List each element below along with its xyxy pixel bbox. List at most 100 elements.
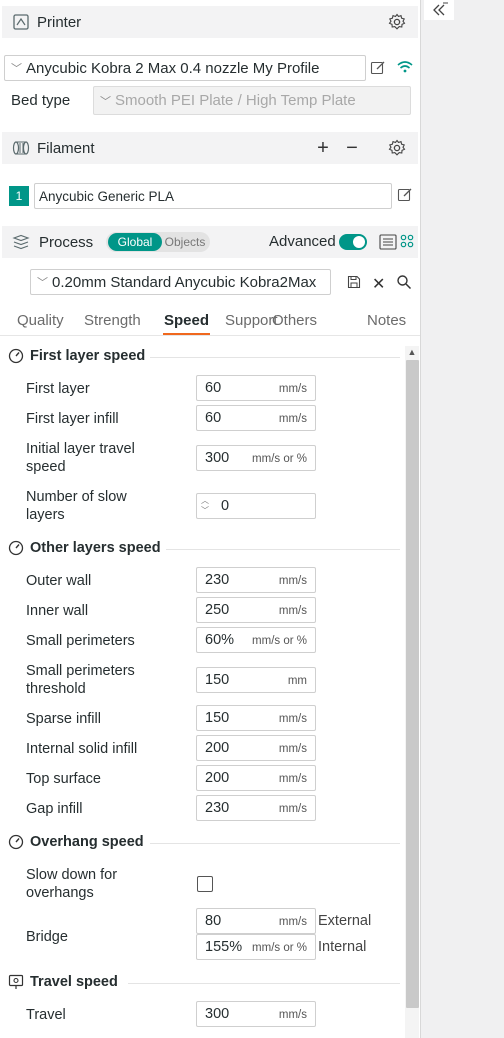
tab-speed[interactable]: Speed [164,312,209,329]
global-objects-toggle[interactable]: Global Objects [106,232,210,252]
bridge-external-input[interactable]: 80 mm/s [196,908,316,934]
process-preset-select[interactable]: ﹀ 0.20mm Standard Anycubic Kobra2Max [30,269,331,295]
minus-icon[interactable]: − [343,137,361,159]
wifi-icon[interactable] [396,60,414,79]
tab-strength[interactable]: Strength [84,312,141,329]
field-unit: mm/s or % [252,453,307,465]
field-value: 150 [205,710,230,726]
divider [166,549,400,550]
travel-icon [8,974,24,990]
field-unit: mm/s [278,743,307,755]
group-travel-speed: Travel speed [8,974,118,990]
first-layer-infill-input[interactable]: 60 mm/s [196,405,316,431]
inner-wall-input[interactable]: 250 mm/s [196,597,316,623]
first-layer-infill-label: First layer infill [26,411,119,427]
field-value: 0 [221,498,230,514]
advanced-switch[interactable] [339,234,367,250]
tab-quality[interactable]: Quality [17,312,64,329]
field-value: 60% [205,632,235,648]
bridge-internal-input[interactable]: 155% mm/s or % [196,934,316,960]
small-perimeters-label: Small perimeters [26,633,135,649]
filament-select[interactable]: Anycubic Generic PLA [34,183,392,209]
top-surface-input[interactable]: 200 mm/s [196,765,316,791]
first-layer-label: First layer [26,381,90,397]
field-unit: mm/s or % [252,635,307,647]
travel-input[interactable]: 300 mm/s [196,1001,316,1027]
filament-slot-badge[interactable]: 1 [9,186,29,206]
scrollbar-thumb[interactable] [406,360,419,1008]
small-perimeters-input[interactable]: 60% mm/s or % [196,627,316,653]
gap-infill-input[interactable]: 230 mm/s [196,795,316,821]
initial-layer-travel-label: Initial layer travel speed [26,441,135,475]
field-unit: mm/s [278,575,307,587]
grid-icon[interactable] [400,234,414,248]
chevron-down-icon: ﹀ [37,277,48,289]
outer-wall-input[interactable]: 230 mm/s [196,567,316,593]
field-value: 300 [205,1006,230,1022]
printer-profile-select[interactable]: ﹀ Anycubic Kobra 2 Max 0.4 nozzle My Pro… [4,55,366,81]
speedometer-icon [8,348,24,364]
toggle-objects[interactable]: Objects [162,233,208,251]
slow-layers-label: Number of slow layers [26,489,127,523]
field-value: 300 [205,450,230,466]
gear-icon[interactable] [388,139,406,157]
advanced-label: Advanced [269,233,336,250]
slow-down-overhangs-checkbox[interactable] [197,876,213,892]
tab-support[interactable]: Support [225,312,278,329]
gear-icon[interactable] [388,13,406,31]
divider [150,843,400,844]
bridge-label: Bridge [26,929,68,945]
group-title-text: Other layers speed [30,540,161,556]
field-value: 230 [205,572,230,588]
filament-value: Anycubic Generic PLA [39,188,175,204]
edit-icon[interactable] [370,60,386,81]
sparse-infill-label: Sparse infill [26,711,101,727]
field-unit: mm/s [278,773,307,785]
field-value: 155% [205,939,243,955]
field-value: 230 [205,800,230,816]
divider [128,983,400,984]
field-unit: mm/s [278,413,307,425]
first-layer-input[interactable]: 60 mm/s [196,375,316,401]
bed-type-label: Bed type [11,92,71,109]
edit-icon[interactable] [397,187,413,208]
collapse-sidebar-icon[interactable] [424,0,454,20]
plus-icon[interactable]: + [314,137,332,159]
small-perimeters-threshold-label: Small perimeters threshold [26,663,135,697]
search-icon[interactable] [396,274,412,295]
close-icon[interactable]: ✕ [372,274,385,294]
gap-infill-label: Gap infill [26,801,83,817]
field-unit: mm/s [278,713,307,725]
process-icon [12,234,30,250]
field-value: 200 [205,770,230,786]
field-value: 150 [205,672,230,688]
save-icon[interactable] [347,275,361,294]
scroll-up-icon[interactable]: ▲ [405,345,419,359]
field-unit: mm/s [278,605,307,617]
slow-layers-spinner[interactable]: ︿ ﹀ 0 [196,493,316,519]
spin-down-icon[interactable]: ﹀ [201,505,209,516]
right-gutter [420,0,504,1038]
toggle-global[interactable]: Global [108,233,162,251]
initial-layer-travel-input[interactable]: 300 mm/s or % [196,445,316,471]
speedometer-icon [8,540,24,556]
process-preset-value: 0.20mm Standard Anycubic Kobra2Max [52,273,317,291]
field-value: 200 [205,740,230,756]
field-value: 250 [205,602,230,618]
group-title-text: Overhang speed [30,834,144,850]
field-unit: mm [287,675,307,687]
tab-notes[interactable]: Notes [367,312,406,329]
field-unit: mm/s [278,1009,307,1021]
bed-type-select[interactable]: ﹀ Smooth PEI Plate / High Temp Plate [93,86,411,115]
internal-solid-infill-input[interactable]: 200 mm/s [196,735,316,761]
list-icon[interactable] [379,234,397,250]
sparse-infill-input[interactable]: 150 mm/s [196,705,316,731]
bridge-external-label: External [318,913,372,929]
small-perimeters-threshold-input[interactable]: 150 mm [196,667,316,693]
bed-type-value: Smooth PEI Plate / High Temp Plate [115,92,356,109]
group-title-text: First layer speed [30,348,146,364]
tab-others[interactable]: Others [272,312,317,329]
internal-solid-infill-label: Internal solid infill [26,741,138,757]
printer-profile-value: Anycubic Kobra 2 Max 0.4 nozzle My Profi… [26,59,320,77]
process-section-header: Process Global Objects Advanced [2,226,418,258]
